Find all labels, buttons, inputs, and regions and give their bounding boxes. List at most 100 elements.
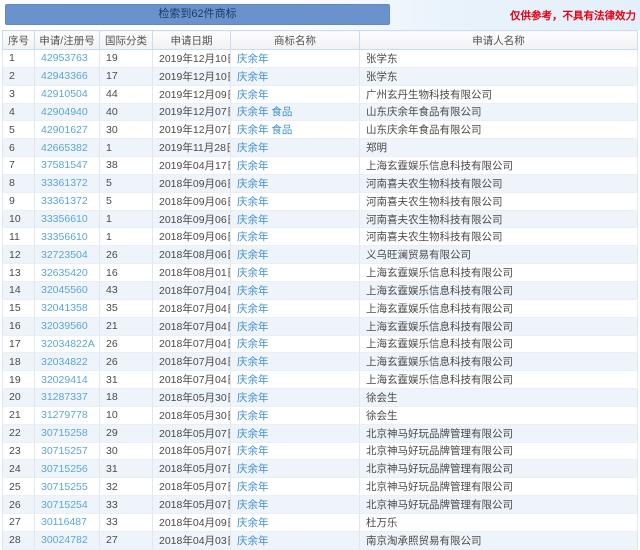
cell-applicant: 张学东 (360, 50, 638, 68)
mark-name-link[interactable]: 庆余年 (237, 321, 269, 333)
mark-name-link[interactable]: 庆余年 (237, 160, 269, 172)
mark-name-link[interactable]: 庆余年 (237, 285, 269, 297)
reg-no-link[interactable]: 42910504 (41, 88, 88, 100)
cell-app-date: 2018年08月06日 (153, 246, 231, 264)
cell-intl-class: 44 (100, 85, 153, 103)
cell-reg-no: 33356610 (35, 228, 100, 246)
mark-name-link[interactable]: 庆余年 (237, 535, 269, 547)
results-body: 1 42953763 19 2019年12月10日 庆余年 张学东 2 4294… (3, 50, 638, 550)
mark-name-link[interactable]: 庆余年 (237, 178, 269, 190)
reg-no-link[interactable]: 42665382 (41, 142, 88, 154)
mark-name-link[interactable]: 庆余年 (237, 89, 269, 101)
cell-seq: 25 (3, 478, 35, 496)
cell-seq: 26 (3, 496, 35, 514)
cell-app-date: 2019年04月17日 (153, 157, 231, 175)
cell-reg-no: 42904940 (35, 103, 100, 121)
mark-name-link[interactable]: 庆余年 (237, 71, 269, 83)
cell-reg-no: 30715256 (35, 460, 100, 478)
reg-no-link[interactable]: 30715254 (41, 499, 88, 511)
reg-no-link[interactable]: 30024782 (41, 534, 88, 546)
cell-mark-name: 庆余年 (231, 478, 360, 496)
cell-reg-no: 32635420 (35, 264, 100, 282)
reg-no-link[interactable]: 32723504 (41, 249, 88, 261)
column-header-applicant: 申请人名称 (360, 31, 638, 50)
reg-no-link[interactable]: 32029414 (41, 374, 88, 386)
reg-no-link[interactable]: 33361372 (41, 195, 88, 207)
mark-name-link[interactable]: 庆余年 (237, 481, 269, 493)
mark-name-link[interactable]: 庆余年 (237, 374, 269, 386)
results-table: 序号 申请/注册号 国际分类 申请日期 商标名称 申请人名称 1 4295376… (2, 30, 638, 550)
cell-seq: 27 (3, 513, 35, 531)
mark-name-link[interactable]: 庆余年 (237, 267, 269, 279)
cell-applicant: 河南喜夫农生物科技有限公司 (360, 174, 638, 192)
cell-app-date: 2019年12月09日 (153, 85, 231, 103)
cell-seq: 12 (3, 246, 35, 264)
reg-no-link[interactable]: 31279778 (41, 409, 88, 421)
reg-no-link[interactable]: 42904940 (41, 106, 88, 118)
result-count-button[interactable]: 检索到62件商标 (5, 4, 390, 25)
reg-no-link[interactable]: 32034822 (41, 356, 88, 368)
cell-applicant: 河南喜夫农生物科技有限公司 (360, 210, 638, 228)
cell-seq: 9 (3, 192, 35, 210)
cell-seq: 11 (3, 228, 35, 246)
reg-no-link[interactable]: 33356610 (41, 213, 88, 225)
mark-name-link[interactable]: 庆余年 (237, 517, 269, 529)
mark-name-link[interactable]: 庆余年 (237, 53, 269, 65)
mark-name-link[interactable]: 庆余年 (237, 196, 269, 208)
cell-seq: 2 (3, 67, 35, 85)
reg-no-link[interactable]: 42953763 (41, 52, 88, 64)
reg-no-link[interactable]: 32041358 (41, 302, 88, 314)
mark-name-link[interactable]: 庆余年 (237, 142, 269, 154)
cell-intl-class: 17 (100, 67, 153, 85)
table-row: 1 42953763 19 2019年12月10日 庆余年 张学东 (3, 50, 638, 68)
mark-name-link[interactable]: 庆余年 (237, 231, 269, 243)
reg-no-link[interactable]: 30116487 (41, 516, 87, 528)
reg-no-link[interactable]: 33361372 (41, 177, 88, 189)
cell-intl-class: 26 (100, 335, 153, 353)
table-row: 24 30715256 31 2018年05月07日 庆余年 北京神马好玩品牌管… (3, 460, 638, 478)
mark-name-link[interactable]: 庆余年 食品 (237, 124, 292, 136)
mark-name-link[interactable]: 庆余年 (237, 392, 269, 404)
reg-no-link[interactable]: 32039560 (41, 320, 88, 332)
reg-no-link[interactable]: 32034822A (41, 338, 95, 350)
table-row: 17 32034822A 26 2018年07月04日 庆余年 上海玄霆娱乐信息… (3, 335, 638, 353)
mark-name-link[interactable]: 庆余年 (237, 445, 269, 457)
cell-app-date: 2018年05月30日 (153, 389, 231, 407)
cell-applicant: 上海玄霆娱乐信息科技有限公司 (360, 335, 638, 353)
cell-reg-no: 30715257 (35, 442, 100, 460)
cell-mark-name: 庆余年 (231, 496, 360, 514)
mark-name-link[interactable]: 庆余年 (237, 249, 269, 261)
reg-no-link[interactable]: 30715255 (41, 481, 88, 493)
mark-name-link[interactable]: 庆余年 (237, 303, 269, 315)
table-header: 序号 申请/注册号 国际分类 申请日期 商标名称 申请人名称 (3, 31, 638, 50)
reg-no-link[interactable]: 37581547 (41, 159, 88, 171)
cell-applicant: 徐会生 (360, 389, 638, 407)
cell-intl-class: 43 (100, 281, 153, 299)
cell-reg-no: 30116487 (35, 513, 100, 531)
mark-name-link[interactable]: 庆余年 (237, 338, 269, 350)
reg-no-link[interactable]: 33356610 (41, 231, 88, 243)
mark-name-link[interactable]: 庆余年 (237, 214, 269, 226)
reg-no-link[interactable]: 31287337 (41, 391, 88, 403)
mark-name-link[interactable]: 庆余年 (237, 410, 269, 422)
table-row: 9 33361372 5 2018年09月06日 庆余年 河南喜夫农生物科技有限… (3, 192, 638, 210)
table-row: 13 32635420 16 2018年08月01日 庆余年 上海玄霆娱乐信息科… (3, 264, 638, 282)
table-row: 8 33361372 5 2018年09月06日 庆余年 河南喜夫农生物科技有限… (3, 174, 638, 192)
reg-no-link[interactable]: 30715258 (41, 427, 88, 439)
reg-no-link[interactable]: 30715257 (41, 445, 88, 457)
cell-intl-class: 27 (100, 531, 153, 549)
mark-name-link[interactable]: 庆余年 (237, 499, 269, 511)
mark-name-link[interactable]: 庆余年 (237, 356, 269, 368)
reg-no-link[interactable]: 42901627 (41, 124, 88, 136)
reg-no-link[interactable]: 32045560 (41, 284, 88, 296)
reg-no-link[interactable]: 32635420 (41, 267, 88, 279)
mark-name-link[interactable]: 庆余年 (237, 463, 269, 475)
cell-applicant: 上海玄霆娱乐信息科技有限公司 (360, 281, 638, 299)
reg-no-link[interactable]: 42943366 (41, 70, 88, 82)
mark-name-link[interactable]: 庆余年 食品 (237, 106, 292, 118)
cell-applicant: 河南喜夫农生物科技有限公司 (360, 228, 638, 246)
cell-seq: 20 (3, 389, 35, 407)
mark-name-link[interactable]: 庆余年 (237, 428, 269, 440)
reg-no-link[interactable]: 30715256 (41, 463, 88, 475)
cell-app-date: 2018年05月07日 (153, 442, 231, 460)
